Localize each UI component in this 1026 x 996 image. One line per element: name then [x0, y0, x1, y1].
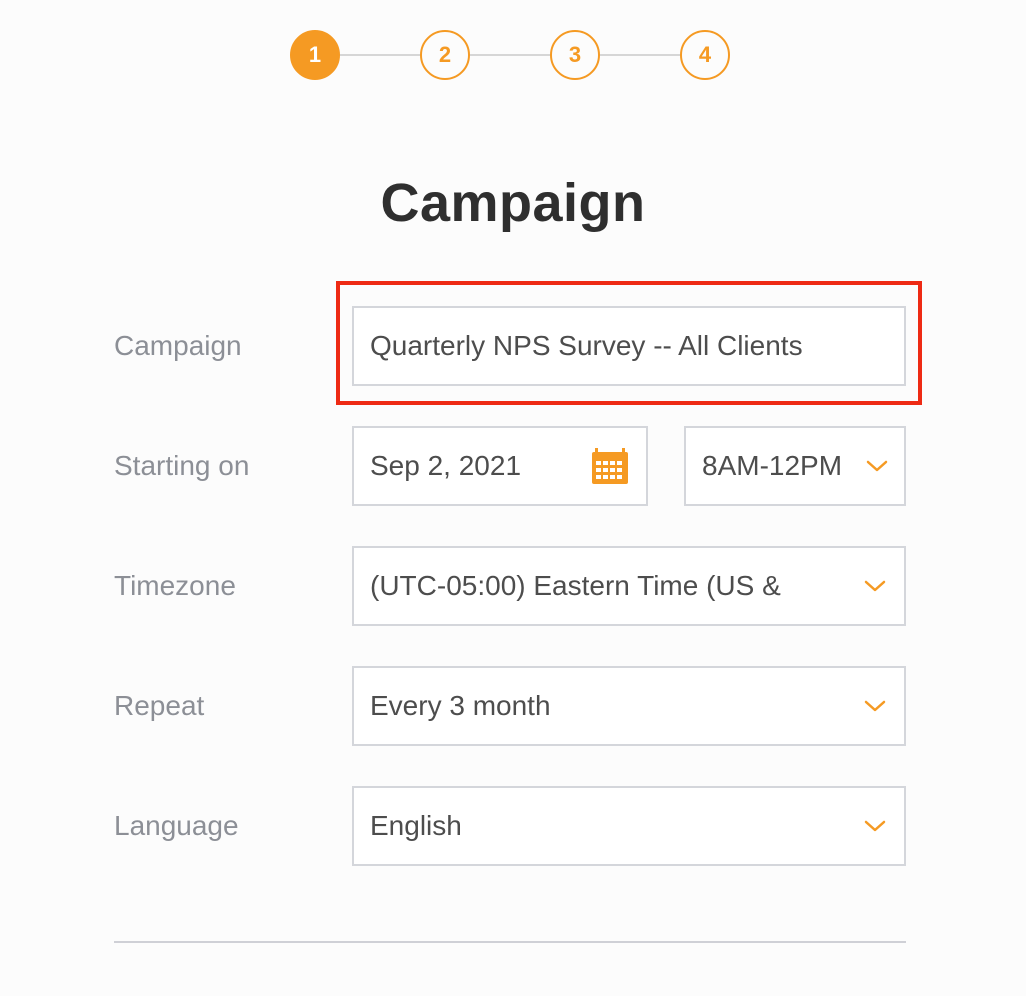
- step-connector: [340, 54, 420, 56]
- chevron-down-icon: [864, 580, 886, 592]
- time-window-select[interactable]: 8AM-12PM: [684, 426, 906, 506]
- page-title: Campaign: [380, 173, 646, 233]
- repeat-label: Repeat: [114, 690, 205, 721]
- step-4[interactable]: 4: [680, 30, 730, 80]
- step-connector: [600, 54, 680, 56]
- timezone-select[interactable]: (UTC-05:00) Eastern Time (US &: [352, 546, 906, 626]
- step-connector: [470, 54, 550, 56]
- time-window-value: 8AM-12PM: [702, 450, 843, 481]
- start-date-picker[interactable]: Sep 2, 2021: [352, 426, 648, 506]
- chevron-down-icon: [864, 820, 886, 832]
- language-select[interactable]: English: [352, 786, 906, 866]
- start-date-value: Sep 2, 2021: [370, 450, 522, 481]
- calendar-icon[interactable]: [590, 446, 630, 486]
- step-1[interactable]: 1: [290, 30, 340, 80]
- step-3[interactable]: 3: [550, 30, 600, 80]
- chevron-down-icon: [866, 460, 888, 472]
- repeat-value: Every 3 month: [370, 690, 551, 721]
- divider: [114, 941, 906, 943]
- timezone-label: Timezone: [114, 570, 236, 601]
- stepper: 1 2 3 4: [290, 30, 731, 80]
- campaign-label: Campaign: [114, 330, 242, 361]
- language-label: Language: [114, 810, 239, 841]
- highlight-box: [336, 281, 922, 405]
- timezone-value: (UTC-05:00) Eastern Time (US &: [370, 570, 781, 601]
- chevron-down-icon: [864, 700, 886, 712]
- repeat-select[interactable]: Every 3 month: [352, 666, 906, 746]
- starting-on-label: Starting on: [114, 450, 250, 481]
- language-value: English: [370, 810, 462, 841]
- step-2[interactable]: 2: [420, 30, 470, 80]
